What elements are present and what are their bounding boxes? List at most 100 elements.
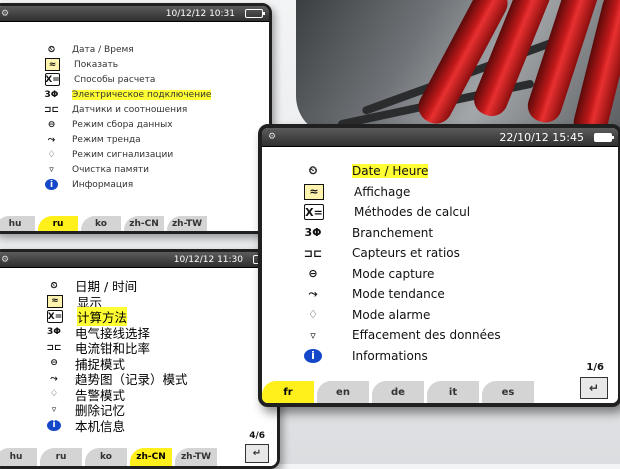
menu-item-label: Режим тренда — [72, 134, 141, 145]
tab-en[interactable]: en — [317, 381, 369, 403]
menu-item[interactable]: ⤳ Mode tendance — [304, 284, 501, 305]
menu-item[interactable]: ⏲ Date / Heure — [304, 161, 501, 182]
three-phase-icon: 3Φ — [47, 327, 61, 338]
menu-item-label: Информация — [72, 179, 134, 190]
datetime: 22/10/12 15:45 — [499, 130, 584, 144]
menu-item-label: Date / Heure — [352, 164, 429, 179]
alarm-bell-icon: ♢ — [47, 149, 56, 160]
page-indicator: 4/6 — [249, 431, 265, 441]
tab-it[interactable]: it — [427, 381, 479, 403]
battery-icon — [594, 132, 614, 142]
sensors-icon: ⊐⊏ — [43, 104, 60, 115]
menu-item[interactable]: ⊐⊏ Capteurs et ratios — [304, 243, 501, 264]
menu-item-label: Дата / Время — [72, 44, 134, 55]
next-page-icon[interactable]: ↵ — [580, 377, 608, 399]
tab-hu[interactable]: hu — [0, 448, 37, 466]
tab-zh-TW[interactable]: zh-TW — [175, 448, 217, 466]
wrench-icon: ⚙ — [268, 132, 277, 142]
menu-item[interactable]: ≈ Показать — [45, 57, 211, 72]
sensors-icon: ⊐⊏ — [303, 246, 323, 260]
info-icon: i — [304, 348, 322, 363]
language-tabs: fr en de it es — [262, 373, 618, 403]
tab-es[interactable]: es — [482, 381, 534, 403]
trend-icon: ⤳ — [308, 287, 318, 301]
menu-item-label: Электрическое подключение — [72, 89, 212, 100]
menu-item[interactable]: ⏲ Дата / Время — [45, 42, 211, 57]
alarm-bell-icon: ♢ — [308, 308, 318, 322]
tab-ko[interactable]: ko — [81, 216, 121, 231]
three-phase-icon: 3Φ — [44, 89, 59, 100]
tab-ko[interactable]: ko — [85, 448, 127, 466]
language-tabs: hu ru ko zh-CN zh-TW — [0, 211, 269, 231]
fr-setup-screen: ⚙ 22/10/12 15:45 ⏲ Date / Heure ≈ Affichage… — [258, 124, 620, 407]
tab-zh-CN[interactable]: zh-CN — [124, 216, 164, 231]
menu-item[interactable]: X= Méthodes de calcul — [304, 202, 501, 223]
tab-ru[interactable]: ru — [38, 216, 78, 231]
menu-item[interactable]: 3Φ Branchement — [304, 223, 501, 244]
zh-setup-screen: ⚙ 10/12/12 11:30 ⏲ 日期 / 时间 ≈ 显示 X= 计算方法 3Φ 电气接线… — [0, 249, 280, 469]
menu-item[interactable]: ≈ Affichage — [304, 182, 501, 203]
status-bar: ⚙ 10/12/12 11:30 — [0, 252, 277, 268]
info-icon: i — [47, 419, 61, 431]
menu-item[interactable]: i Информация — [45, 177, 211, 192]
setup-menu: ⏲ 日期 / 时间 ≈ 显示 X= 计算方法 3Φ 电气接线选择 ⊐⊏ 电流钳和比率 ⊖ 捕捉模式 ⤳ 趋… — [46, 278, 188, 434]
capture-icon: ⊖ — [47, 119, 56, 130]
menu-item[interactable]: i 本机信息 — [47, 418, 188, 434]
menu-item[interactable]: ⊐⊏ Датчики и соотношения — [43, 102, 211, 117]
menu-item-label: 本机信息 — [75, 418, 126, 434]
trash-icon: ▿ — [49, 164, 54, 175]
tab-zh-CN[interactable]: zh-CN — [130, 448, 172, 466]
menu-item[interactable]: i Informations — [304, 346, 501, 367]
trend-icon: ⤳ — [50, 373, 58, 384]
page-indicator: 1/6 — [586, 362, 604, 373]
calc-methods-icon: X= — [45, 73, 60, 86]
menu-item-label: Mode alarme — [352, 307, 431, 322]
clock-icon: ⏲ — [47, 44, 56, 55]
menu-item[interactable]: ♢ Режим сигнализации — [45, 147, 211, 162]
language-tabs: hu ru ko zh-CN zh-TW — [0, 442, 277, 466]
tab-de[interactable]: de — [372, 381, 424, 403]
menu-item-label: Informations — [352, 348, 428, 363]
menu-item-label: Mode tendance — [352, 287, 445, 302]
tab-hu[interactable]: hu — [0, 216, 35, 231]
tab-fr[interactable]: fr — [262, 381, 314, 403]
status-bar: ⚙ 22/10/12 15:45 — [262, 128, 618, 147]
menu-item[interactable]: 3Φ Электрическое подключение — [44, 87, 212, 102]
datetime: 10/12/12 11:30 — [173, 254, 243, 265]
menu-item-label: Способы расчета — [74, 74, 156, 85]
menu-item[interactable]: ⤳ Режим тренда — [45, 132, 211, 147]
display-icon: ≈ — [47, 294, 63, 308]
menu-item-label: Mode capture — [352, 266, 435, 281]
menu-item[interactable]: ⏲ 日期 / 时间 — [47, 278, 188, 294]
menu-item-label: Показать — [74, 59, 119, 70]
menu-item-label: Capteurs et ratios — [352, 246, 460, 261]
battery-icon — [245, 9, 265, 18]
capture-icon: ⊖ — [50, 358, 58, 369]
menu-item-label: Effacement des données — [352, 328, 501, 343]
next-page-icon[interactable]: ↵ — [245, 444, 269, 463]
calc-methods-icon: X= — [47, 310, 63, 324]
clock-icon: ⏲ — [308, 164, 318, 178]
menu-item[interactable]: X= Способы расчета — [45, 72, 211, 87]
trend-icon: ⤳ — [47, 134, 56, 145]
wrench-icon: ⚙ — [1, 8, 10, 19]
menu-item[interactable]: ♢ Mode alarme — [304, 305, 501, 326]
tab-zh-TW[interactable]: zh-TW — [167, 216, 207, 231]
menu-item[interactable]: ⊖ Mode capture — [304, 264, 501, 285]
menu-item-label: Branchement — [352, 225, 434, 240]
ru-setup-screen: ⚙ 10/12/12 10:31 ⏲ Дата / Время ≈ Показать X… — [0, 3, 272, 234]
menu-item[interactable]: ⊖ Режим сбора данных — [45, 117, 211, 132]
sensors-icon: ⊐⊏ — [46, 342, 62, 353]
display-icon: ≈ — [45, 58, 60, 71]
trash-icon: ▿ — [310, 328, 316, 342]
menu-item-label: Méthodes de calcul — [354, 205, 471, 220]
menu-item[interactable]: ▿ Очистка памяти — [45, 162, 211, 177]
wrench-icon: ⚙ — [1, 254, 10, 265]
calc-methods-icon: X= — [304, 204, 324, 221]
setup-menu: ⏲ Дата / Время ≈ Показать X= Способы расчета 3… — [43, 42, 212, 192]
menu-item-label: Affichage — [354, 184, 411, 199]
menu-item[interactable]: ▿ Effacement des données — [304, 325, 501, 346]
status-bar: ⚙ 10/12/12 10:31 — [0, 6, 269, 22]
datetime: 10/12/12 10:31 — [165, 8, 235, 19]
tab-ru[interactable]: ru — [40, 448, 82, 466]
